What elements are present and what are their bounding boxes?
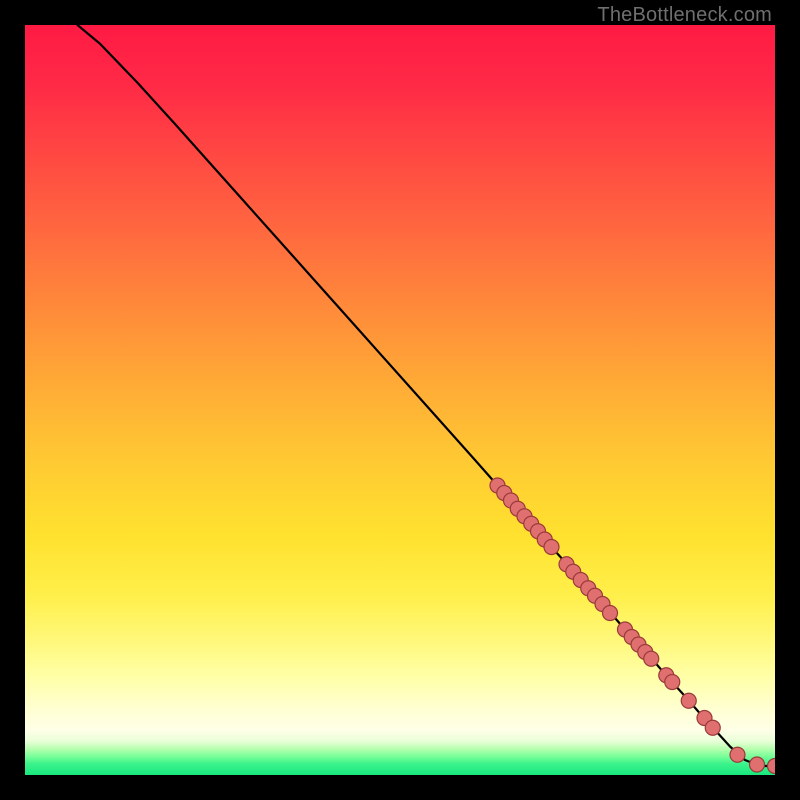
- data-point: [603, 606, 618, 621]
- data-points: [490, 478, 775, 774]
- bottleneck-curve: [78, 25, 776, 766]
- data-point: [665, 675, 680, 690]
- data-point: [644, 651, 659, 666]
- data-point: [544, 540, 559, 555]
- data-point: [730, 747, 745, 762]
- chart-overlay: [25, 25, 775, 775]
- plot-area: [25, 25, 775, 775]
- chart-frame: TheBottleneck.com: [0, 0, 800, 800]
- attribution-label: TheBottleneck.com: [597, 4, 772, 27]
- data-point: [768, 759, 776, 774]
- data-point: [681, 693, 696, 708]
- data-point: [705, 720, 720, 735]
- data-point: [750, 757, 765, 772]
